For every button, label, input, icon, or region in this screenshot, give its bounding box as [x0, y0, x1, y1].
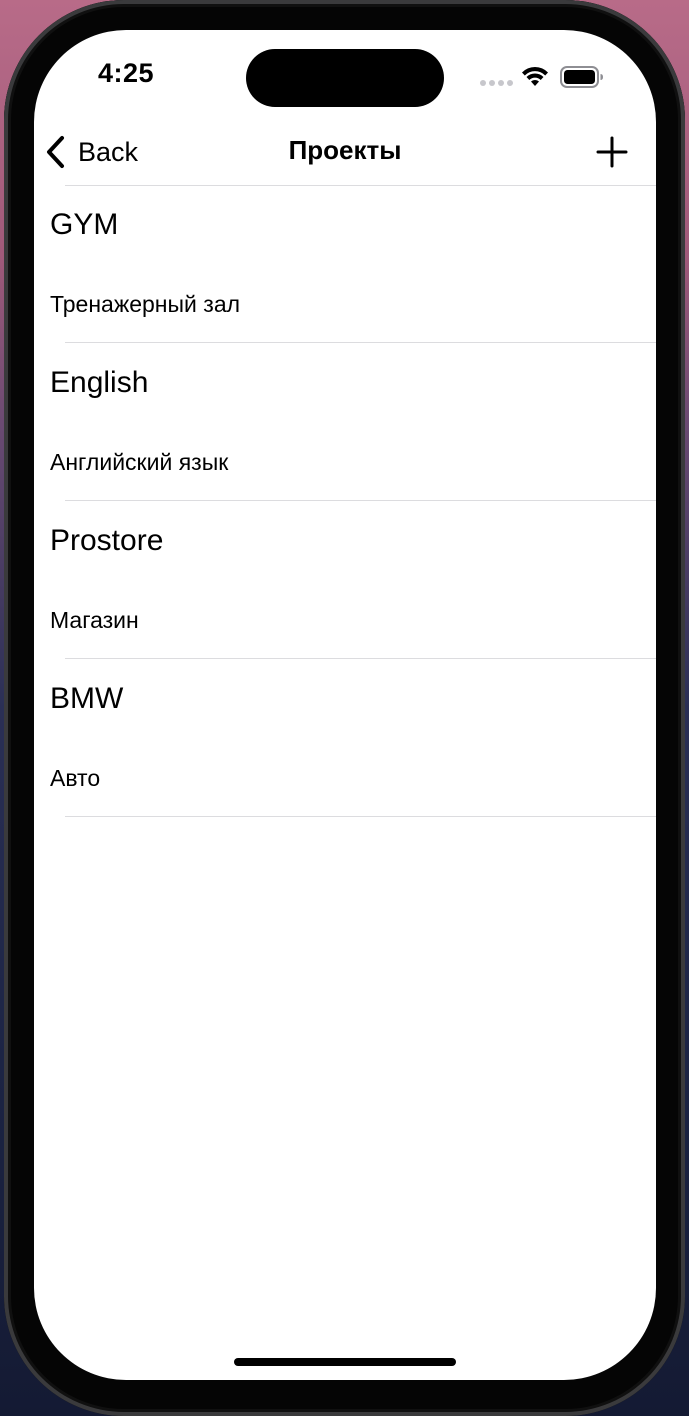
project-title: Prostore — [50, 524, 164, 557]
project-title: English — [50, 366, 149, 399]
list-item[interactable]: English Английский язык — [34, 343, 656, 501]
project-subtitle: Авто — [50, 765, 101, 791]
project-subtitle: Тренажерный зал — [50, 291, 241, 317]
app-screen: 4:25 Back Проекты GYM Тренажерный зал En… — [34, 30, 656, 1380]
back-button[interactable]: Back — [44, 132, 138, 172]
status-time: 4:25 — [98, 58, 155, 88]
projects-list: GYM Тренажерный зал English Английский я… — [34, 185, 656, 817]
dynamic-island — [246, 49, 444, 107]
signal-dots-icon — [480, 80, 513, 86]
project-title: BMW — [50, 682, 124, 715]
battery-icon — [560, 66, 603, 88]
list-item[interactable]: BMW Авто — [34, 659, 656, 817]
list-item[interactable]: GYM Тренажерный зал — [34, 185, 656, 343]
navigation-bar: Back Проекты — [34, 120, 656, 186]
project-title: GYM — [50, 208, 119, 241]
list-divider — [65, 816, 656, 817]
wifi-icon — [522, 66, 548, 86]
list-item[interactable]: Prostore Магазин — [34, 501, 656, 659]
home-indicator[interactable] — [234, 1358, 456, 1366]
chevron-left-icon — [47, 136, 64, 168]
project-subtitle: Магазин — [50, 607, 139, 633]
back-label: Back — [78, 136, 139, 167]
project-subtitle: Английский язык — [50, 449, 229, 475]
plus-icon[interactable] — [594, 134, 630, 170]
page-title: Проекты — [288, 135, 402, 165]
